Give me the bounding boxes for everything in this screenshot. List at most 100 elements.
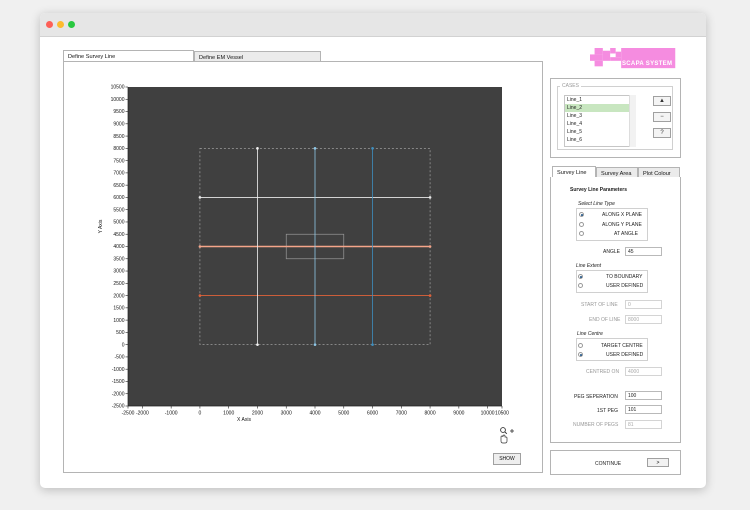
peg-separation-label: PEG SEPERATION	[574, 394, 618, 400]
y-tick-label: 2500	[113, 281, 124, 287]
radio-centre-user-defined[interactable]	[578, 352, 583, 357]
y-tick-label: 9000	[113, 122, 124, 128]
x-tick-label: 1000	[223, 411, 234, 417]
along-x-label: ALONG X PLANE	[602, 212, 643, 218]
angle-input[interactable]: 45	[625, 247, 662, 256]
line-endpoint[interactable]	[428, 196, 432, 199]
first-peg-label: 1ST PEG	[597, 408, 619, 414]
peg-separation-input[interactable]: 100	[625, 391, 662, 400]
plot-panel: 10500 10000 9500 9000 8500 8000 7500 7000 6500 60…	[63, 61, 543, 473]
y-tick-label: 5500	[113, 207, 124, 213]
centred-on-label: CENTRED ON	[586, 369, 620, 375]
list-item[interactable]: Line_1	[565, 96, 634, 104]
close-window-icon[interactable]	[46, 21, 53, 28]
radio-target-centre[interactable]	[578, 343, 583, 348]
x-tick-label: 2000	[252, 411, 263, 417]
y-tick-label: 10500	[111, 85, 125, 91]
list-item[interactable]: Line_5	[565, 128, 634, 136]
list-item[interactable]: Line_4	[565, 120, 634, 128]
x-tick-label: 10500	[495, 411, 509, 417]
continue-label: CONTINUE	[595, 461, 622, 467]
radio-at-angle[interactable]	[579, 231, 584, 236]
line-endpoint[interactable]	[256, 147, 259, 150]
start-of-line-input[interactable]: 0	[625, 300, 662, 309]
end-of-line-input[interactable]: 8000	[625, 315, 662, 324]
line-endpoint[interactable]	[198, 245, 202, 248]
move-up-button[interactable]: ▲	[653, 96, 671, 106]
y-tick-label: 500	[116, 330, 125, 336]
end-of-line-label: END OF LINE	[589, 317, 621, 323]
x-tick-label: -1000	[165, 411, 178, 417]
centre-label: Line Centre	[577, 331, 603, 337]
x-tick-label: -2500	[122, 411, 135, 417]
number-of-pegs-input[interactable]: 81	[625, 420, 662, 429]
target-centre-label: TARGET CENTRE	[601, 343, 643, 349]
y-tick-label: 4500	[113, 232, 124, 238]
y-tick-label: 2000	[113, 293, 124, 299]
extent-user-defined-label: USER DEFINED	[606, 283, 644, 289]
x-tick-label: 7000	[396, 411, 407, 417]
centred-on-input[interactable]: 4000	[625, 367, 662, 376]
start-of-line-label: START OF LINE	[581, 302, 618, 308]
centre-user-defined-label: USER DEFINED	[606, 352, 644, 358]
y-tick-label: 4000	[113, 244, 124, 250]
y-tick-label: 9500	[113, 109, 124, 115]
radio-along-x[interactable]	[579, 212, 584, 217]
radio-along-y[interactable]	[579, 222, 584, 227]
line-endpoint[interactable]	[371, 147, 374, 150]
cases-legend: CASES	[560, 83, 581, 89]
line-endpoint[interactable]	[428, 245, 432, 248]
continue-button[interactable]: >	[647, 458, 669, 467]
angle-label: ANGLE	[603, 249, 620, 255]
list-item[interactable]: Line_6	[565, 136, 634, 144]
x-tick-label: 5000	[338, 411, 349, 417]
y-tick-label: 6000	[113, 195, 124, 201]
y-tick-label: -2000	[112, 391, 125, 397]
cases-scrollbar[interactable]	[629, 95, 636, 147]
list-item[interactable]: Line_2	[565, 104, 634, 112]
survey-heading: Survey Line Parameters	[570, 187, 627, 193]
x-tick-label: 0	[199, 411, 202, 417]
extent-label: Line Extent	[576, 263, 602, 269]
y-tick-label: 1500	[113, 306, 124, 312]
y-tick-label: 7500	[113, 158, 124, 164]
title-bar	[40, 13, 706, 37]
zoom-icon[interactable]	[500, 427, 514, 435]
x-axis-label: X Axis	[237, 417, 251, 423]
remove-case-button[interactable]: −	[653, 112, 671, 122]
x-tick-label: 9000	[453, 411, 464, 417]
y-tick-label: 6500	[113, 183, 124, 189]
x-tick-label: 4000	[309, 411, 320, 417]
line-endpoint[interactable]	[428, 294, 432, 297]
x-tick-label: 8000	[425, 411, 436, 417]
maximize-window-icon[interactable]	[68, 21, 75, 28]
minimize-window-icon[interactable]	[57, 21, 64, 28]
y-tick-label: -1500	[112, 379, 125, 385]
line-endpoint[interactable]	[198, 294, 202, 297]
y-tick-label: -2500	[112, 404, 125, 410]
radio-extent-user-defined[interactable]	[578, 283, 583, 288]
y-tick-label: 3500	[113, 256, 124, 262]
radio-to-boundary[interactable]	[578, 274, 583, 279]
x-tick-label: -2000	[136, 411, 149, 417]
cases-list[interactable]: Line_1 Line_2 Line_3 Line_4 Line_5 Line_…	[564, 95, 635, 147]
y-tick-label: 5000	[113, 220, 124, 226]
list-item[interactable]: Line_3	[565, 112, 634, 120]
x-tick-label: 10000	[481, 411, 495, 417]
line-endpoint[interactable]	[371, 343, 374, 346]
first-peg-input[interactable]: 101	[625, 405, 662, 414]
along-y-label: ALONG Y PLANE	[602, 222, 642, 228]
line-endpoint[interactable]	[313, 343, 317, 346]
y-tick-label: -500	[114, 355, 124, 361]
line-endpoint[interactable]	[313, 147, 317, 150]
line-endpoint[interactable]	[256, 343, 259, 346]
at-angle-label: AT ANGLE	[614, 231, 638, 237]
line-endpoint[interactable]	[198, 196, 202, 199]
to-boundary-label: TO BOUNDARY	[606, 274, 643, 280]
zoom-pan-icons	[500, 427, 514, 444]
y-tick-label: 0	[122, 342, 125, 348]
y-tick-label: 7000	[113, 171, 124, 177]
show-button[interactable]: SHOW	[493, 453, 521, 465]
hand-pan-icon[interactable]	[500, 434, 508, 444]
help-button[interactable]: ?	[653, 128, 671, 138]
